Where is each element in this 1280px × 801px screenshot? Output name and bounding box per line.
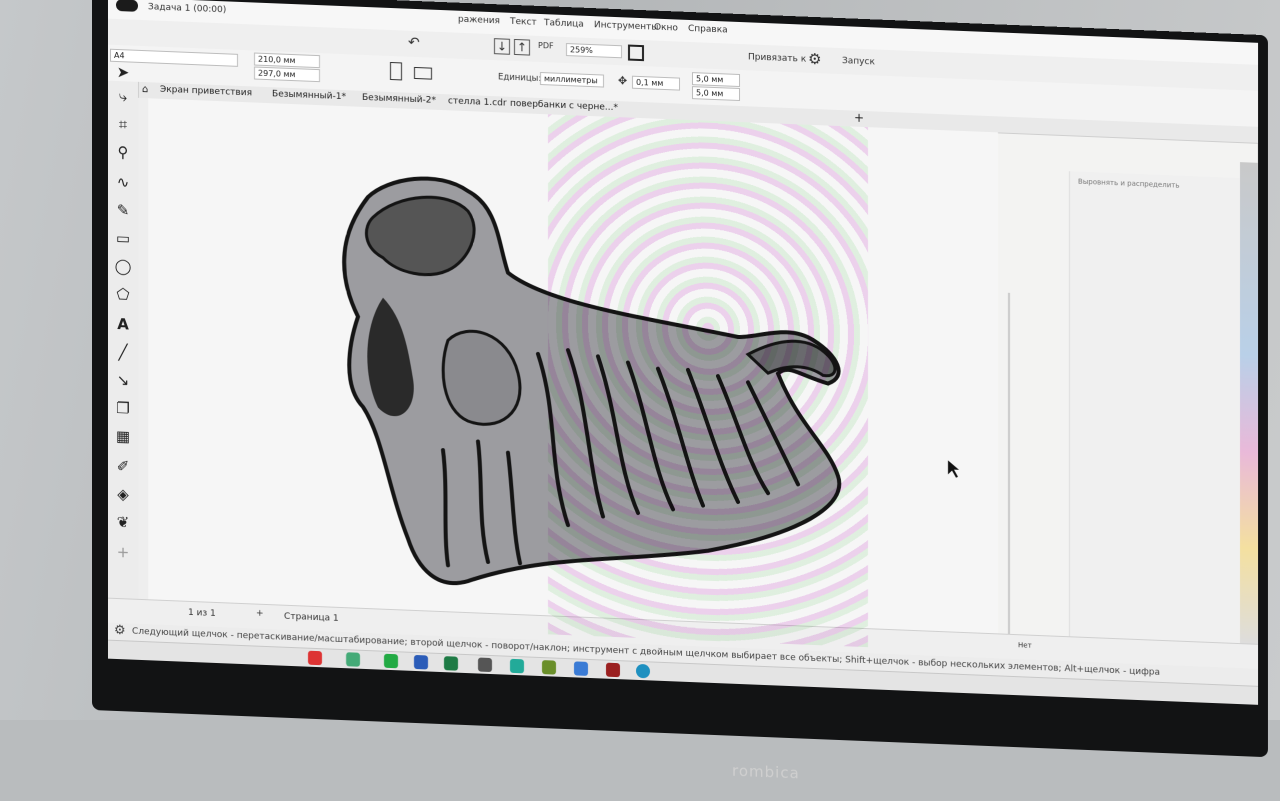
landscape-icon[interactable] [414,66,432,80]
home-icon[interactable]: ⌂ [142,84,148,95]
fullscreen-icon[interactable] [628,44,644,62]
eyedropper-tool-icon[interactable]: ✐ [114,457,132,476]
snap-label[interactable]: Привязать к [748,52,806,64]
mouse-cursor-icon [948,460,959,478]
toolbox: ➤ ⤷ ⌗ ⚲ ∿ ✎ ▭ ◯ ⬠ A ╱ ↘ ❐ ▦ ✐ ◈ ❦ + [108,63,139,620]
page-height-field[interactable]: 297,0 мм [254,66,320,83]
gear-icon[interactable]: ⚙ [808,50,821,69]
chat-icon[interactable] [510,658,524,674]
shadow-tool-icon[interactable]: ❐ [114,399,132,418]
no-fill-label: Нет [1018,641,1032,650]
paint-icon[interactable] [574,661,588,676]
color-palette[interactable] [1240,162,1258,645]
tab-stella[interactable]: стелла 1.cdr [448,96,507,108]
tab-powerbanks[interactable]: повербанки с черне...* [510,99,618,113]
tab-untitled-2[interactable]: Безымянный-2* [362,93,436,106]
coreldraw-icon[interactable] [542,660,556,675]
launch-label[interactable]: Запуск [842,56,875,67]
import-icon[interactable]: ↓ [494,38,510,55]
line-tool-icon[interactable]: ╱ [114,343,132,362]
add-page-icon[interactable]: + [256,609,264,619]
page-info: 1 из 1 [188,607,216,619]
menu-item-tools[interactable]: Инструменты [594,20,658,33]
menu-item-text[interactable]: Текст [510,17,537,28]
ellipse-tool-icon[interactable]: ◯ [114,257,132,276]
page-tab[interactable]: Страница 1 [284,612,339,624]
whatsapp-icon[interactable] [384,653,398,669]
yandex-browser-icon[interactable] [308,650,322,666]
page-width-field[interactable]: 210,0 мм [254,52,320,69]
export-icon[interactable]: ↑ [514,38,530,56]
rectangle-tool-icon[interactable]: ▭ [114,229,132,248]
tab-untitled-1[interactable]: Безымянный-1* [272,89,346,102]
monitor-screen: Задача 1 (00:00) ражения Текст Таблица И… [108,0,1258,705]
dog-artwork[interactable] [148,98,998,652]
menu-item-table[interactable]: Таблица [544,18,584,30]
pick-tool-icon[interactable]: ➤ [114,63,132,82]
units-label: Единицы: [498,72,542,85]
edge-icon[interactable] [636,663,650,679]
units-select[interactable]: миллиметры [540,71,604,88]
monitor-bezel: Задача 1 (00:00) ражения Текст Таблица И… [92,0,1268,782]
align-distribute-docker: Выровнять и распределить [1069,171,1240,645]
word-icon[interactable] [414,654,428,670]
smart-fill-tool-icon[interactable]: ❦ [114,513,132,532]
brush-tool-icon[interactable]: ✎ [114,201,132,220]
duplicate-y-field[interactable]: 5,0 мм [692,86,740,102]
transparency-tool-icon[interactable]: ▦ [114,427,132,446]
add-tab-icon[interactable]: + [854,111,864,125]
tab-welcome[interactable]: Экран приветствия [160,85,252,99]
nudge-icon: ✥ [618,74,628,88]
pdf-icon[interactable]: PDF [538,41,554,51]
polygon-tool-icon[interactable]: ⬠ [114,285,132,304]
toggle-icon[interactable] [116,0,138,12]
portrait-icon[interactable] [390,61,402,81]
monitor-brand: rombica [732,761,800,783]
crop-tool-icon[interactable]: ⌗ [114,115,132,134]
job-label: Задача 1 (00:00) [148,2,227,16]
shape-tool-icon[interactable]: ⤷ [114,87,132,106]
connector-tool-icon[interactable]: ↘ [114,371,132,390]
nudge-field[interactable]: 0,1 мм [632,75,680,91]
app-icon[interactable] [346,652,360,667]
menu-item-help[interactable]: Справка [688,24,728,36]
fill-tool-icon[interactable]: ◈ [114,485,132,504]
zoom-tool-icon[interactable]: ⚲ [114,143,132,162]
curve-tool-icon[interactable]: ∿ [114,173,132,192]
settings-icon[interactable]: ⚙ [114,623,126,638]
menu-item-images[interactable]: ражения [458,15,500,27]
text-tool-icon[interactable]: A [114,315,132,334]
illustrator-icon[interactable] [606,662,620,678]
add-tool-icon[interactable]: + [114,543,132,562]
undo-icon[interactable]: ↶ [408,35,420,51]
menu-item-window[interactable]: Окно [654,23,678,34]
zoom-level[interactable]: 259% [566,43,622,59]
docker-title: Выровнять и распределить [1078,177,1180,190]
settings-taskbar-icon[interactable] [478,657,492,673]
drawing-canvas[interactable] [148,98,1010,705]
duplicate-x-field[interactable]: 5,0 мм [692,72,740,88]
excel-icon[interactable] [444,656,458,671]
